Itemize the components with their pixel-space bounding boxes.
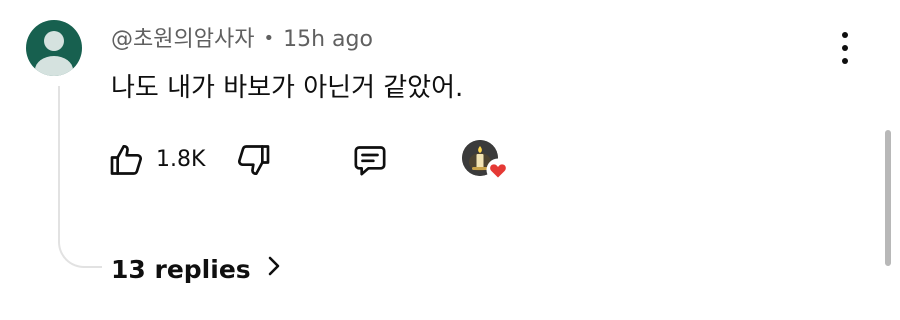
default-user-avatar-icon bbox=[35, 31, 73, 76]
more-options-button[interactable] bbox=[830, 30, 860, 66]
creator-heart-badge bbox=[462, 140, 514, 184]
avatar[interactable] bbox=[26, 20, 82, 76]
like-count: 1.8K bbox=[156, 147, 206, 172]
reply-button[interactable] bbox=[350, 138, 390, 182]
meta-separator: • bbox=[263, 28, 275, 49]
scrollbar-thumb[interactable] bbox=[885, 130, 891, 266]
kebab-dot bbox=[842, 45, 848, 51]
comment-meta: @초원의암사자 • 15h ago bbox=[111, 24, 373, 55]
comment-text: 나도 내가 바보가 아닌거 같았어. bbox=[111, 73, 464, 103]
thumbs-down-icon bbox=[238, 145, 270, 176]
chevron-right-icon bbox=[265, 254, 283, 286]
kebab-dot bbox=[842, 32, 848, 38]
comment-reply-icon bbox=[354, 146, 386, 176]
kebab-dot bbox=[842, 58, 848, 64]
thread-connector-line bbox=[58, 86, 102, 268]
comment-time[interactable]: 15h ago bbox=[283, 27, 373, 52]
thumbs-up-icon bbox=[110, 144, 142, 175]
dislike-button[interactable] bbox=[234, 138, 274, 182]
comment-author[interactable]: @초원의암사자 bbox=[111, 27, 254, 52]
heart-icon bbox=[486, 158, 510, 182]
view-replies-button[interactable]: 13 replies bbox=[111, 254, 283, 286]
like-button[interactable] bbox=[106, 138, 146, 182]
replies-count-label: 13 replies bbox=[111, 255, 251, 284]
